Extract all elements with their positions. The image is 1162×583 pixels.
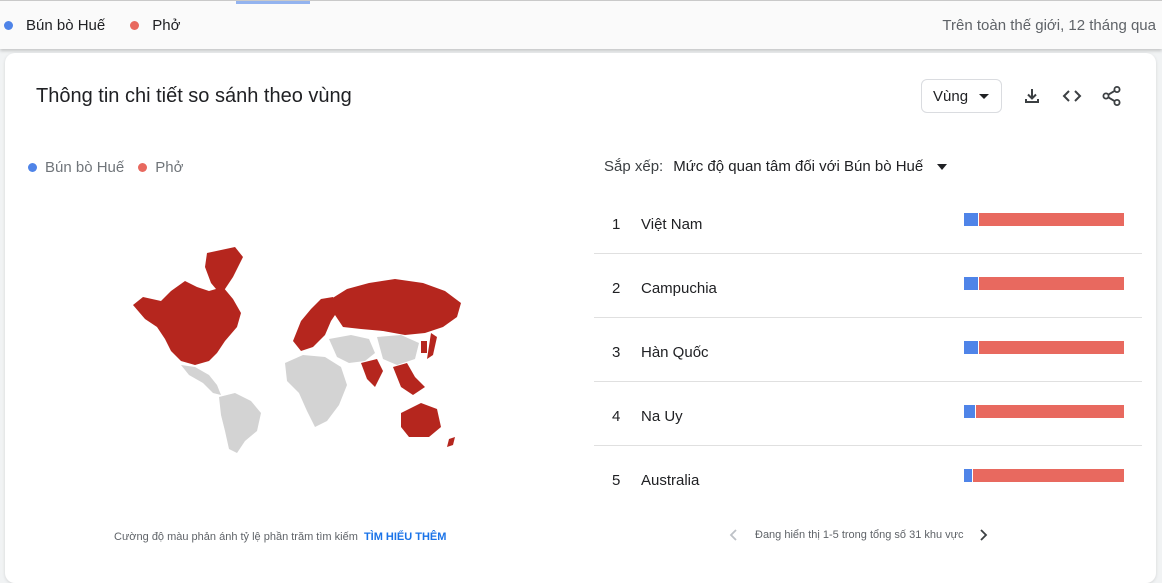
region-name: Campuchia xyxy=(641,280,717,297)
region-row[interactable]: 2 Campuchia xyxy=(594,254,1142,318)
map-region-india[interactable] xyxy=(361,359,383,387)
legend-2-color-dot xyxy=(138,163,148,172)
legend-item-2: Phở xyxy=(138,159,183,176)
region-share-bar xyxy=(964,213,1124,226)
embed-button[interactable] xyxy=(1059,83,1085,109)
share-bar-term-2 xyxy=(979,277,1124,290)
sort-control[interactable]: Sắp xếp: Mức độ quan tâm đối với Bún bò … xyxy=(604,158,948,175)
region-ranking-list: 1 Việt Nam 2 Campuchia 3 Hàn Quốc 4 Na Uy 5 Austr… xyxy=(594,190,1142,509)
share-bar-term-2 xyxy=(979,341,1124,354)
map-region-south-america[interactable] xyxy=(219,393,261,453)
term-2-color-dot xyxy=(130,21,140,30)
map-legend: Bún bò Huế Phở xyxy=(28,159,197,176)
term-2-label: Phở xyxy=(152,17,181,34)
sort-value: Mức độ quan tâm đối với Bún bò Huế xyxy=(673,158,924,175)
region-name: Na Uy xyxy=(641,408,683,425)
scope-text: Trên toàn thế giới, 12 tháng qua xyxy=(942,17,1156,34)
share-bar-term-1 xyxy=(964,405,976,418)
chevron-left-icon xyxy=(729,529,737,541)
tab-indicator xyxy=(236,1,310,4)
region-row[interactable]: 5 Australia xyxy=(594,446,1142,509)
map-caption-text: Cường độ màu phản ánh tỷ lệ phần trăm tì… xyxy=(114,531,358,543)
region-level-select[interactable]: Vùng xyxy=(921,79,1002,113)
sort-label: Sắp xếp: xyxy=(604,158,664,175)
map-region-australia[interactable] xyxy=(401,403,441,437)
region-share-bar xyxy=(964,277,1124,290)
world-map[interactable] xyxy=(125,243,465,453)
region-name: Hàn Quốc xyxy=(641,344,709,361)
share-bar-term-2 xyxy=(979,213,1124,226)
share-bar-term-1 xyxy=(964,213,979,226)
map-region-north-america[interactable] xyxy=(133,281,241,365)
legend-item-1: Bún bò Huế xyxy=(28,159,124,176)
comparison-header: Bún bò Huế Phở Trên toàn thế giới, 12 th… xyxy=(0,0,1162,49)
chevron-right-icon xyxy=(979,529,987,541)
map-region-central-america[interactable] xyxy=(181,365,221,395)
region-rank: 5 xyxy=(612,472,621,489)
map-region-africa[interactable] xyxy=(285,355,347,427)
region-row[interactable]: 3 Hàn Quốc xyxy=(594,318,1142,382)
map-region-korea[interactable] xyxy=(421,341,427,353)
learn-more-link[interactable]: TÌM HIỂU THÊM xyxy=(364,531,447,543)
share-bar-term-2 xyxy=(973,469,1124,482)
map-region-japan[interactable] xyxy=(427,333,437,359)
region-rank: 4 xyxy=(612,408,621,425)
map-region-middle-east[interactable] xyxy=(329,335,375,363)
map-region-russia[interactable] xyxy=(331,279,461,335)
legend-1-color-dot xyxy=(28,163,37,172)
term-1-color-dot xyxy=(4,21,13,30)
region-share-bar xyxy=(964,469,1124,482)
region-row[interactable]: 4 Na Uy xyxy=(594,382,1142,446)
region-comparison-card: Thông tin chi tiết so sánh theo vùng Vùn… xyxy=(5,53,1156,583)
embed-code-icon xyxy=(1062,90,1082,102)
share-bar-term-1 xyxy=(964,341,979,354)
share-bar-term-1 xyxy=(964,469,972,482)
download-icon xyxy=(1025,89,1039,103)
download-button[interactable] xyxy=(1019,83,1045,109)
region-row[interactable]: 1 Việt Nam xyxy=(594,190,1142,254)
pagination: Đang hiển thị 1-5 trong tổng số 31 khu v… xyxy=(725,527,992,543)
legend-1-label: Bún bò Huế xyxy=(45,159,125,176)
legend-2-label: Phở xyxy=(155,159,184,176)
term-1[interactable]: Bún bò Huế xyxy=(4,17,105,34)
card-title: Thông tin chi tiết so sánh theo vùng xyxy=(36,85,352,107)
map-region-southeast-asia[interactable] xyxy=(393,363,425,395)
next-page-button[interactable] xyxy=(976,527,992,543)
top-legend: Bún bò Huế Phở xyxy=(4,17,205,34)
region-level-value: Vùng xyxy=(933,87,969,105)
map-region-greenland[interactable] xyxy=(205,247,243,295)
region-rank: 1 xyxy=(612,216,621,233)
term-2[interactable]: Phở xyxy=(130,17,180,34)
chevron-down-icon xyxy=(937,163,948,170)
share-bar-term-1 xyxy=(964,277,979,290)
map-region-china[interactable] xyxy=(377,335,419,365)
share-icon xyxy=(1102,86,1121,106)
chevron-down-icon xyxy=(979,94,989,99)
term-1-label: Bún bò Huế xyxy=(26,17,106,34)
prev-page-button[interactable] xyxy=(725,527,741,543)
region-rank: 3 xyxy=(612,344,621,361)
pagination-text: Đang hiển thị 1-5 trong tổng số 31 khu v… xyxy=(755,529,964,541)
region-rank: 2 xyxy=(612,280,621,297)
share-button[interactable] xyxy=(1099,83,1125,109)
share-bar-term-2 xyxy=(976,405,1124,418)
map-region-new-zealand[interactable] xyxy=(447,437,455,447)
region-share-bar xyxy=(964,341,1124,354)
region-name: Australia xyxy=(641,472,700,489)
map-caption: Cường độ màu phản ánh tỷ lệ phần trăm tì… xyxy=(114,531,446,543)
region-name: Việt Nam xyxy=(641,216,703,233)
region-share-bar xyxy=(964,405,1124,418)
